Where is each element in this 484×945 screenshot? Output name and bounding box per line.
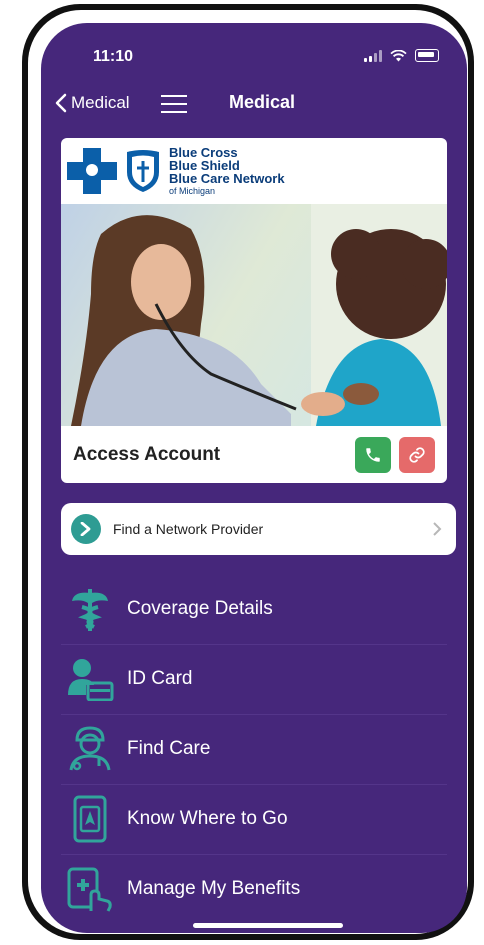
access-account-row: Access Account: [61, 426, 447, 483]
wifi-icon: [390, 49, 407, 61]
menu-item-id-card[interactable]: ID Card: [61, 644, 447, 715]
caduceus-icon: [65, 584, 115, 634]
arrow-circle-icon: [71, 514, 101, 544]
menu-label: Know Where to Go: [127, 808, 288, 829]
status-time: 11:10: [93, 48, 134, 65]
menu-label: Coverage Details: [127, 598, 273, 619]
menu-label: Manage My Benefits: [127, 878, 301, 899]
brand-name: Blue Cross Blue Shield Blue Care Network…: [169, 144, 285, 196]
menu-item-find-care[interactable]: Find Care: [61, 714, 447, 785]
page-title: Medical: [228, 92, 296, 112]
signal-icon: [364, 49, 382, 62]
call-button[interactable]: [355, 436, 391, 473]
account-card: Blue Cross Blue Shield Blue Care Network…: [61, 138, 447, 483]
phone-icon: [366, 447, 380, 462]
doctor-child-photo: [61, 204, 447, 426]
app-screen: 11:10 Medical Medical Blue Cross Blue Sh…: [41, 23, 467, 933]
menu-item-coverage-details[interactable]: Coverage Details: [61, 574, 447, 645]
brand-logo: Blue Cross Blue Shield Blue Care Network…: [61, 138, 447, 204]
menu-label: Find Care: [127, 738, 211, 759]
find-network-provider-button[interactable]: Find a Network Provider: [61, 503, 456, 555]
home-indicator[interactable]: [193, 923, 343, 928]
phone-frame: 11:10 Medical Medical Blue Cross Blue Sh…: [22, 4, 474, 940]
phone-map-icon: [65, 794, 115, 844]
link-icon: [409, 446, 425, 463]
status-icons: [364, 49, 439, 62]
chevron-right-icon: [433, 522, 442, 536]
tablet-medical-icon: [65, 864, 115, 914]
battery-icon: [415, 49, 439, 62]
link-button[interactable]: [399, 436, 435, 473]
menu-item-know-where-to-go[interactable]: Know Where to Go: [61, 784, 447, 855]
blue-cross-icon: [67, 148, 117, 194]
access-account-label: Access Account: [73, 443, 221, 465]
find-network-provider-label: Find a Network Provider: [113, 521, 264, 537]
menu-label: ID Card: [127, 668, 193, 689]
id-card-icon: [65, 654, 115, 704]
menu-item-manage-my-benefits[interactable]: Manage My Benefits: [61, 854, 447, 924]
phone-bezel: 11:10 Medical Medical Blue Cross Blue Sh…: [28, 10, 468, 934]
doctor-icon: [65, 724, 115, 774]
blue-shield-icon: [127, 150, 159, 192]
